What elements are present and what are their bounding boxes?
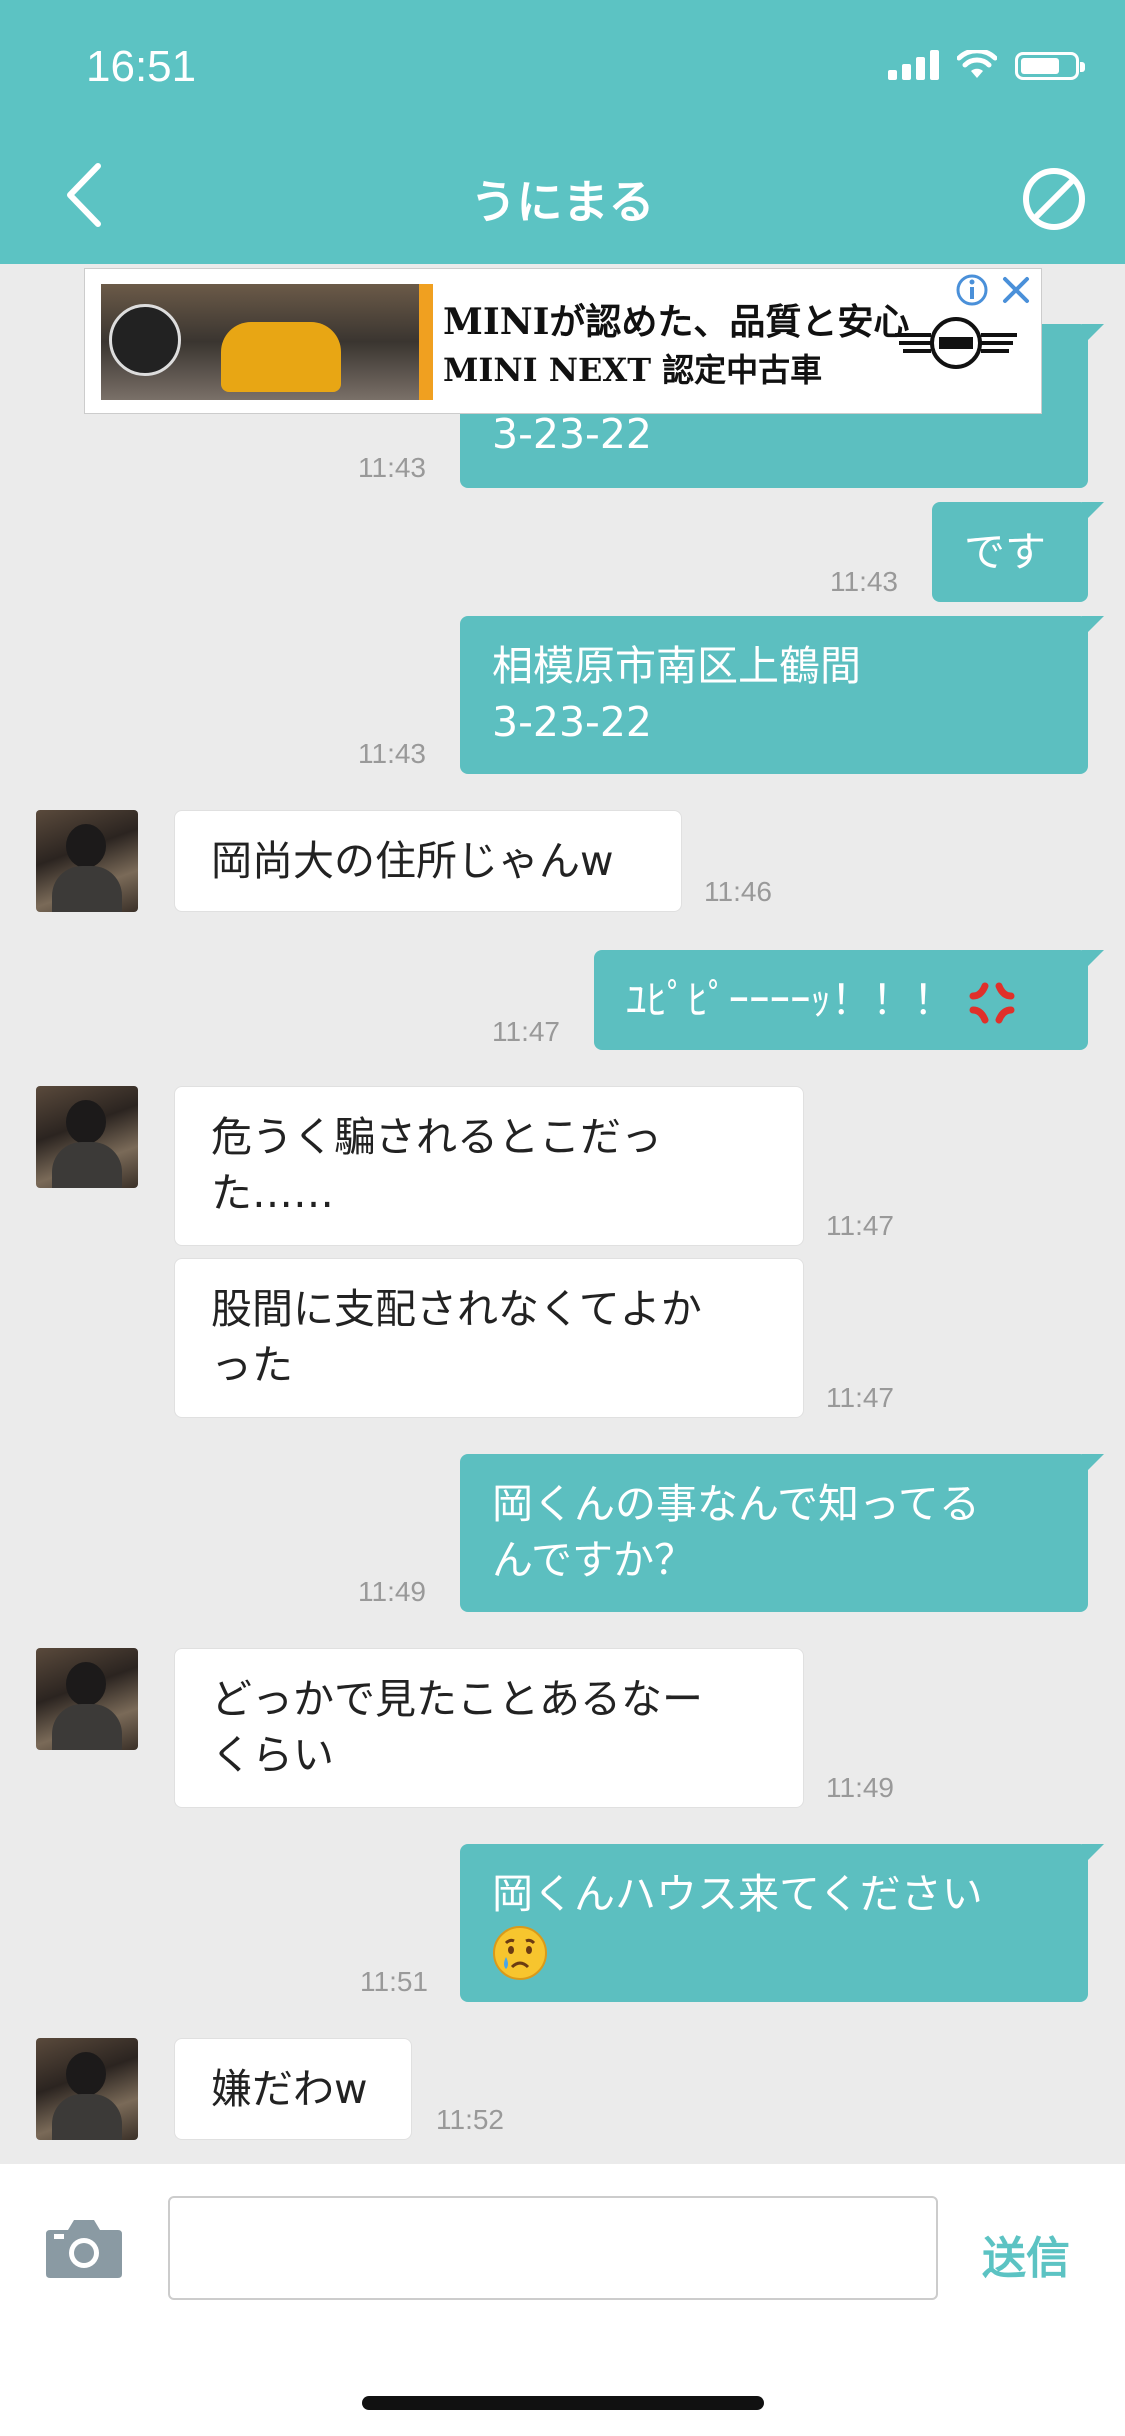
signal-icon	[888, 50, 939, 80]
message-time: 11:43	[358, 738, 426, 769]
ad-image[interactable]	[101, 284, 419, 400]
ad-badge-icon	[109, 304, 181, 376]
message-text: 3-23-22	[492, 410, 653, 458]
message-outgoing: です	[932, 502, 1104, 602]
message-time: 11:51	[360, 1966, 428, 1997]
ad-subline[interactable]: MINI NEXT 認定中古車	[443, 345, 822, 391]
avatar[interactable]	[36, 2038, 138, 2140]
ad-headline[interactable]: MINIが認めた、品質と安心	[443, 293, 909, 345]
send-button[interactable]: 送信	[982, 2222, 1070, 2286]
message-text: 岡くんハウス来てください	[492, 1870, 983, 1918]
block-icon[interactable]	[1019, 164, 1089, 234]
info-icon[interactable]	[955, 273, 989, 307]
close-icon[interactable]	[999, 273, 1033, 307]
message-text: どっかで見たことあるなー	[211, 1675, 703, 1723]
battery-icon	[1015, 52, 1085, 80]
page-title: うにまる	[470, 175, 655, 229]
message-outgoing: 相模原市南区上鶴間 3-23-22	[460, 616, 1104, 774]
message-incoming: どっかで見たことあるなー くらい	[174, 1648, 804, 1808]
message-time: 11:46	[704, 876, 772, 907]
message-outgoing: 岡くんハウス来てください	[460, 1844, 1104, 2002]
message-text: くらい	[211, 1731, 334, 1779]
message-text: 嫌だわw	[211, 2065, 368, 2113]
message-incoming: 危うく騙されるとこだっ た……	[174, 1086, 804, 1246]
message-outgoing: ﾕﾋﾟﾋﾟｰｰｰｰｯ！！！	[594, 950, 1104, 1050]
message-text: 相模原市南区上鶴間	[492, 642, 861, 690]
message-incoming: 股間に支配されなくてよか った	[174, 1258, 804, 1418]
status-time: 16:51	[86, 42, 197, 91]
message-time: 11:52	[436, 2104, 504, 2135]
message-text: た……	[211, 1169, 334, 1217]
message-text: 岡くんの事なんで知ってる	[492, 1480, 980, 1528]
wifi-icon	[957, 50, 997, 78]
crying-face-icon	[493, 1926, 547, 1980]
avatar[interactable]	[36, 1648, 138, 1750]
car-icon	[221, 322, 341, 392]
message-text: ﾕﾋﾟﾋﾟｰｰｰｰｯ！！！	[626, 976, 954, 1024]
message-time: 11:43	[830, 566, 898, 597]
message-text: った	[211, 1341, 293, 1389]
message-incoming: 嫌だわw	[174, 2038, 412, 2140]
home-indicator[interactable]	[362, 2396, 764, 2410]
avatar[interactable]	[36, 810, 138, 912]
message-input[interactable]	[168, 2196, 938, 2300]
ad-banner[interactable]: MINIが認めた、品質と安心 MINI NEXT 認定中古車	[84, 268, 1042, 414]
camera-icon[interactable]	[44, 2216, 124, 2280]
mini-logo-icon	[895, 317, 1017, 369]
ad-divider	[419, 284, 433, 400]
message-time: 11:47	[492, 1016, 560, 1047]
message-outgoing: 岡くんの事なんで知ってる んですか？	[460, 1454, 1104, 1612]
message-incoming: 岡尚大の住所じゃんw	[174, 810, 682, 912]
message-time: 11:47	[826, 1382, 894, 1413]
avatar[interactable]	[36, 1086, 138, 1188]
message-text: です	[964, 528, 1046, 576]
message-text: 3-23-22	[492, 698, 653, 746]
message-time: 11:47	[826, 1210, 894, 1241]
message-text: 危うく騙されるとこだっ	[211, 1113, 662, 1161]
chat-area[interactable]: 3-23-22 11:43 です 11:43 相模原市南区上鶴間 3-23-22…	[0, 264, 1125, 2164]
message-text: 股間に支配されなくてよか	[211, 1285, 702, 1333]
message-text: 岡尚大の住所じゃんw	[211, 837, 614, 885]
anger-icon	[969, 982, 1015, 1024]
message-text: んですか？	[492, 1536, 695, 1584]
status-icons	[888, 50, 1085, 80]
message-time: 11:43	[358, 452, 426, 483]
message-time: 11:49	[826, 1772, 894, 1803]
message-time: 11:49	[358, 1576, 426, 1607]
app-header: 16:51 うにまる	[0, 0, 1125, 264]
